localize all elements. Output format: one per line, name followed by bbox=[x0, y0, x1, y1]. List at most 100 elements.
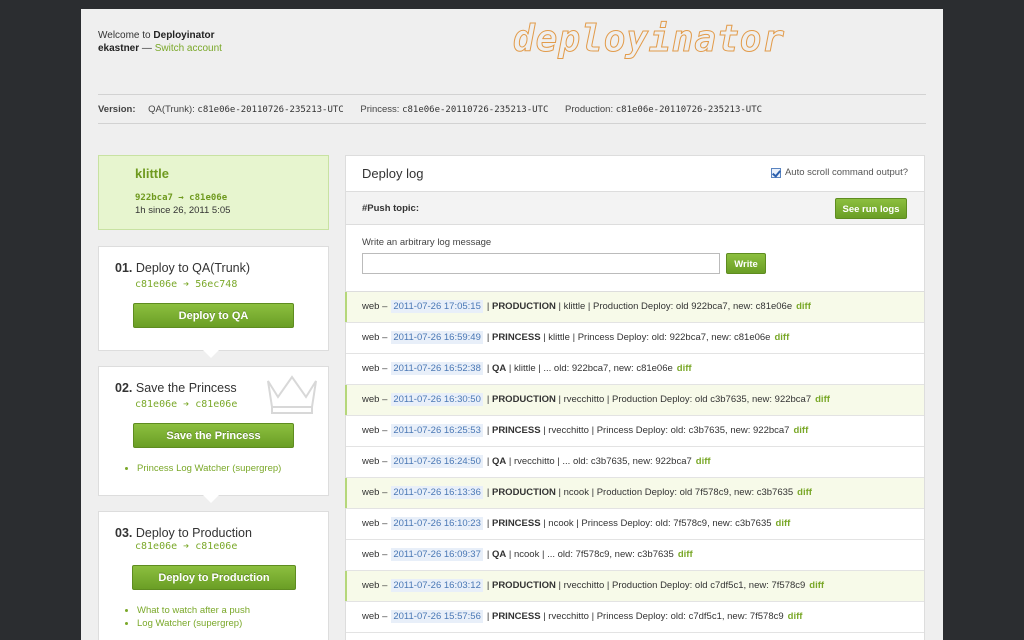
step-links: Princess Log Watcher (supergrep) bbox=[137, 462, 328, 475]
version-label: Version: bbox=[98, 104, 136, 115]
log-message: | rvecchitto | Princess Deploy: old: c7d… bbox=[543, 611, 784, 622]
log-timestamp[interactable]: 2011-07-26 16:13:36 bbox=[391, 486, 483, 499]
versions-bar: Version: QA(Trunk): c81e06e-20110726-235… bbox=[98, 104, 776, 115]
log-message: | klittle | ... old: 922bca7, new: c81e0… bbox=[508, 363, 673, 374]
log-message: | ncook | Princess Deploy: old: 7f578c9,… bbox=[543, 518, 772, 529]
log-timestamp[interactable]: 2011-07-26 16:59:49 bbox=[391, 331, 483, 344]
version-sha: c81e06e-20110726-235213-UTC bbox=[197, 105, 344, 115]
log-timestamp[interactable]: 2011-07-26 16:24:50 bbox=[391, 455, 483, 468]
log-timestamp[interactable]: 2011-07-26 16:09:37 bbox=[391, 548, 483, 561]
step-number: 03. bbox=[115, 526, 133, 540]
log-entry: web –2011-07-26 16:09:37 | QA | ncook | .… bbox=[346, 540, 924, 571]
log-environment: PRINCESS bbox=[491, 425, 541, 436]
deploy-to-production-button[interactable]: Deploy to Production bbox=[132, 565, 296, 590]
see-run-logs-button[interactable]: See run logs bbox=[835, 198, 907, 219]
log-timestamp[interactable]: 2011-07-26 16:30:50 bbox=[391, 393, 483, 406]
write-button[interactable]: Write bbox=[726, 253, 766, 274]
log-source: web – bbox=[362, 456, 388, 467]
auto-scroll-toggle[interactable]: Auto scroll command output? bbox=[770, 167, 908, 178]
list-item[interactable]: Log Watcher (supergrep) bbox=[137, 617, 328, 630]
log-source: web – bbox=[362, 363, 388, 374]
deployinator-page: Welcome to Deployinator ekastner — Switc… bbox=[81, 9, 943, 640]
diff-link[interactable]: diff bbox=[797, 487, 812, 498]
current-deploy-box: klittle 922bca7 → c81e06e 1h since 26, 2… bbox=[98, 155, 329, 230]
log-timestamp[interactable]: 2011-07-26 16:52:38 bbox=[391, 362, 483, 375]
log-environment: PRINCESS bbox=[491, 518, 541, 529]
step-title: 01. Deploy to QA(Trunk) bbox=[115, 261, 328, 275]
deploy-to-qa-button[interactable]: Deploy to QA bbox=[133, 303, 294, 328]
log-entry: web –2011-07-26 15:57:56 | PRINCESS | rve… bbox=[346, 602, 924, 633]
welcome-prefix: Welcome to bbox=[98, 30, 151, 41]
log-environment: PRODUCTION bbox=[491, 580, 556, 591]
log-entry: web –2011-07-26 16:25:53 | PRINCESS | rve… bbox=[346, 416, 924, 447]
log-entry: web –2011-07-26 17:05:15 | PRODUCTION | k… bbox=[345, 292, 924, 323]
version-qa: QA(Trunk): c81e06e-20110726-235213-UTC bbox=[148, 104, 346, 115]
log-message: | klittle | Princess Deploy: old: 922bca… bbox=[543, 332, 771, 343]
log-message-input[interactable] bbox=[362, 253, 720, 274]
log-environment: QA bbox=[491, 456, 507, 467]
log-message: | rvecchitto | ... old: c3b7635, new: 92… bbox=[508, 456, 692, 467]
auto-scroll-label: Auto scroll command output? bbox=[784, 167, 908, 178]
log-environment: PRODUCTION bbox=[491, 487, 556, 498]
version-env: Princess: bbox=[360, 104, 400, 115]
diff-link[interactable]: diff bbox=[774, 332, 789, 343]
log-message: | ncook | Production Deploy: old 7f578c9… bbox=[558, 487, 794, 498]
log-source: web – bbox=[362, 425, 388, 436]
diff-link[interactable]: diff bbox=[696, 456, 711, 467]
list-item[interactable]: What to watch after a push bbox=[137, 604, 328, 617]
log-timestamp[interactable]: 2011-07-26 16:25:53 bbox=[391, 424, 483, 437]
current-since: 1h since 26, 2011 5:05 bbox=[135, 205, 231, 216]
log-message: | rvecchitto | Princess Deploy: old: c3b… bbox=[543, 425, 790, 436]
current-deployer: klittle bbox=[135, 166, 169, 181]
step-title: 03. Deploy to Production bbox=[115, 526, 328, 540]
save-the-princess-button[interactable]: Save the Princess bbox=[133, 423, 294, 448]
diff-link[interactable]: diff bbox=[788, 611, 803, 622]
log-environment: QA bbox=[491, 363, 507, 374]
step-arrow bbox=[203, 495, 219, 503]
deploy-log-panel: Deploy log Auto scroll command output? #… bbox=[345, 155, 925, 640]
log-watcher-link[interactable]: Log Watcher (supergrep) bbox=[137, 618, 242, 629]
crown-icon bbox=[267, 375, 317, 414]
log-environment: QA bbox=[491, 549, 507, 560]
version-sha: c81e06e-20110726-235213-UTC bbox=[615, 105, 763, 115]
auto-scroll-checkbox[interactable] bbox=[770, 167, 781, 178]
log-timestamp[interactable]: 2011-07-26 16:03:12 bbox=[391, 579, 483, 592]
diff-link[interactable]: diff bbox=[796, 301, 811, 312]
log-entries: web –2011-07-26 17:05:15 | PRODUCTION | k… bbox=[345, 292, 924, 633]
app-name: Deployinator bbox=[153, 30, 215, 41]
switch-account-link[interactable]: Switch account bbox=[155, 43, 222, 54]
log-entry: web –2011-07-26 16:10:23 | PRINCESS | nco… bbox=[346, 509, 924, 540]
step-title-text: Deploy to Production bbox=[135, 526, 252, 540]
log-message: | ncook | ... old: 7f578c9, new: c3b7635 bbox=[508, 549, 674, 560]
log-entry: web –2011-07-26 16:03:12 | PRODUCTION | r… bbox=[345, 571, 924, 602]
log-entry: web –2011-07-26 16:52:38 | QA | klittle |… bbox=[346, 354, 924, 385]
welcome-block: Welcome to Deployinator ekastner — Switc… bbox=[98, 29, 222, 55]
log-timestamp[interactable]: 2011-07-26 15:57:56 bbox=[391, 610, 483, 623]
step-number: 01. bbox=[115, 261, 133, 275]
log-environment: PRODUCTION bbox=[491, 301, 556, 312]
log-source: web – bbox=[362, 518, 388, 529]
princess-log-watcher-link[interactable]: Princess Log Watcher (supergrep) bbox=[137, 463, 281, 474]
diff-link[interactable]: diff bbox=[776, 518, 791, 529]
push-topic-label: #Push topic: bbox=[362, 203, 420, 214]
step-deploy-qa: 01. Deploy to QA(Trunk) c81e06e ➔ 56ec74… bbox=[98, 246, 329, 351]
diff-link[interactable]: diff bbox=[677, 363, 692, 374]
diff-link[interactable]: diff bbox=[815, 394, 830, 405]
log-environment: PRODUCTION bbox=[491, 394, 556, 405]
diff-link[interactable]: diff bbox=[809, 580, 824, 591]
current-username: ekastner bbox=[98, 43, 140, 54]
deployinator-logo: deployinator bbox=[512, 19, 786, 61]
step-links: What to watch after a push Log Watcher (… bbox=[137, 604, 328, 630]
log-timestamp[interactable]: 2011-07-26 16:10:23 bbox=[391, 517, 483, 530]
step-sha: c81e06e ➔ c81e06e bbox=[135, 541, 238, 552]
step-save-princess: 02. Save the Princess c81e06e ➔ c81e06e … bbox=[98, 366, 329, 496]
what-to-watch-link[interactable]: What to watch after a push bbox=[137, 605, 250, 616]
log-timestamp[interactable]: 2011-07-26 17:05:15 bbox=[391, 300, 483, 313]
log-environment: PRINCESS bbox=[491, 332, 541, 343]
header-divider bbox=[98, 94, 926, 95]
diff-link[interactable]: diff bbox=[678, 549, 693, 560]
push-topic-bar: #Push topic: See run logs bbox=[346, 192, 924, 225]
step-arrow bbox=[203, 350, 219, 358]
list-item[interactable]: Princess Log Watcher (supergrep) bbox=[137, 462, 328, 475]
diff-link[interactable]: diff bbox=[793, 425, 808, 436]
